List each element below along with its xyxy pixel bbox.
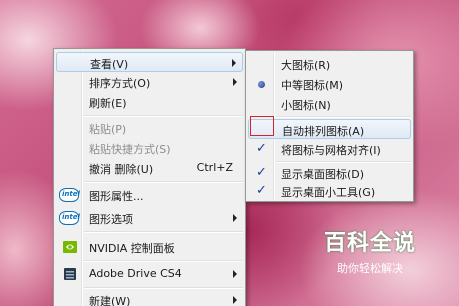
menu-item-label: NVIDIA 控制面板 <box>89 242 175 255</box>
checkmark-icon: ✓ <box>256 183 267 198</box>
menu-item-label: 粘贴快捷方式(S) <box>89 143 171 156</box>
menu-item-label: Adobe Drive CS4 <box>89 267 182 280</box>
menu-item-label: 自动排列图标(A) <box>282 125 365 138</box>
menu-separator <box>84 115 243 117</box>
submenu-item-large-icons[interactable]: 大图标(R) <box>248 54 411 74</box>
desktop-context-menu: 查看(V) 排序方式(O) 刷新(E) 粘贴(P) 粘贴快捷方式(S) 撤消 删… <box>53 48 246 306</box>
watermark-subtitle: 助你轻松解决 <box>337 262 403 275</box>
menu-item-label: 大图标(R) <box>281 59 331 72</box>
menu-separator <box>276 116 411 118</box>
nvidia-icon <box>63 241 77 253</box>
menu-item-label: 刷新(E) <box>89 97 127 110</box>
submenu-arrow-icon <box>233 78 237 86</box>
submenu-arrow-icon <box>233 214 237 222</box>
menu-item-undo-delete[interactable]: 撤消 删除(U) Ctrl+Z <box>56 158 243 178</box>
menu-item-refresh[interactable]: 刷新(E) <box>56 92 243 112</box>
menu-item-paste-shortcut[interactable]: 粘贴快捷方式(S) <box>56 138 243 158</box>
intel-icon: intel <box>59 188 80 202</box>
submenu-item-align-to-grid[interactable]: ✓ 将图标与网格对齐(I) <box>248 139 411 159</box>
menu-item-paste[interactable]: 粘贴(P) <box>56 118 243 138</box>
intel-icon: intel <box>59 211 80 225</box>
menu-item-label: 图形选项 <box>89 213 133 226</box>
menu-item-label: 小图标(N) <box>281 99 331 112</box>
submenu-item-medium-icons[interactable]: 中等图标(M) <box>248 74 411 94</box>
menu-item-label: 将图标与网格对齐(I) <box>281 144 381 157</box>
menu-item-view[interactable]: 查看(V) <box>56 52 243 72</box>
checkmark-icon: ✓ <box>256 141 267 156</box>
radio-selected-icon <box>258 81 265 88</box>
menu-item-nvidia-control-panel[interactable]: NVIDIA 控制面板 <box>56 237 243 257</box>
submenu-item-show-gadgets[interactable]: ✓ 显示桌面小工具(G) <box>248 181 411 201</box>
menu-item-label: 撤消 删除(U) <box>89 163 154 176</box>
menu-item-label: 粘贴(P) <box>89 123 127 136</box>
menu-item-label: 显示桌面图标(D) <box>281 168 365 181</box>
menu-item-shortcut: Ctrl+Z <box>196 161 233 174</box>
menu-separator <box>84 260 243 262</box>
checkmark-icon: ✓ <box>256 165 267 180</box>
submenu-arrow-icon <box>233 270 237 278</box>
menu-item-label: 中等图标(M) <box>281 79 344 92</box>
menu-item-label: 图形属性... <box>89 190 144 203</box>
adobe-drive-icon <box>64 268 76 280</box>
menu-item-label: 排序方式(O) <box>89 77 151 90</box>
menu-separator <box>84 287 243 289</box>
menu-item-adobe-drive[interactable]: Adobe Drive CS4 <box>56 264 243 284</box>
menu-separator <box>84 231 243 233</box>
menu-item-label: 查看(V) <box>90 58 129 71</box>
menu-item-graphics-options[interactable]: intel 图形选项 <box>56 208 243 228</box>
menu-separator <box>84 181 243 183</box>
submenu-arrow-icon <box>233 296 237 304</box>
menu-item-label: 显示桌面小工具(G) <box>281 186 376 199</box>
watermark-logo: 百科全说 <box>323 231 416 256</box>
watermark: 百科全说 助你轻松解决 <box>320 225 420 277</box>
menu-item-graphics-properties[interactable]: intel 图形属性... <box>56 185 243 205</box>
menu-item-new[interactable]: 新建(W) <box>56 290 243 306</box>
submenu-item-show-desktop-icons[interactable]: ✓ 显示桌面图标(D) <box>248 163 411 183</box>
menu-item-sort-by[interactable]: 排序方式(O) <box>56 72 243 92</box>
submenu-item-small-icons[interactable]: 小图标(N) <box>248 94 411 114</box>
annotation-highlight-box <box>250 116 274 136</box>
submenu-arrow-icon <box>232 59 236 67</box>
menu-item-label: 新建(W) <box>89 295 131 306</box>
